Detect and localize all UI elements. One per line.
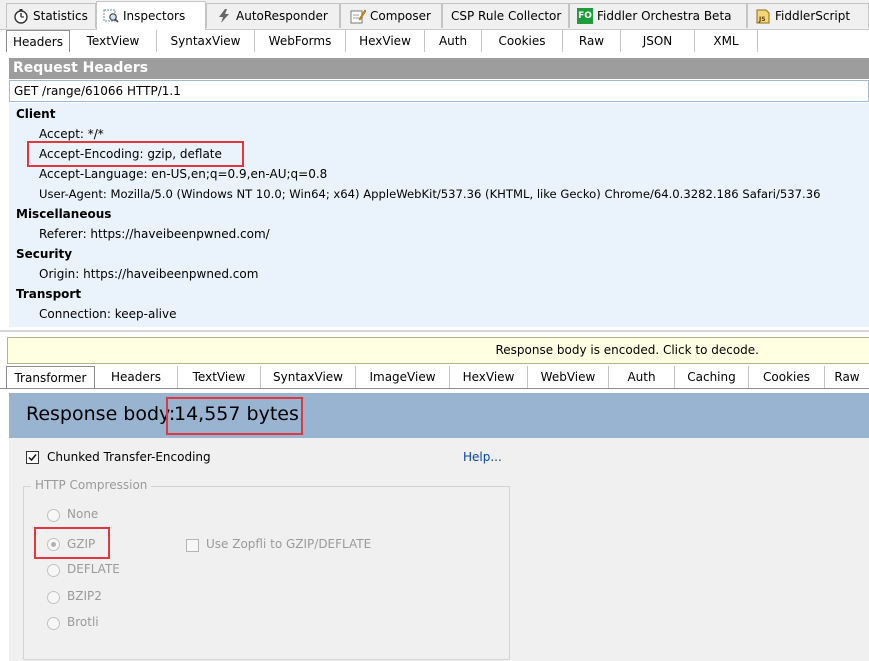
fo-icon: FO <box>577 8 593 24</box>
header-accept[interactable]: Accept: */* <box>39 127 104 141</box>
response-tab-cookies[interactable]: Cookies <box>749 366 825 388</box>
request-tab-strip: Headers TextView SyntaxView WebForms Hex… <box>0 30 869 52</box>
composer-icon <box>350 8 367 24</box>
encoded-notice-bar[interactable]: Response body is encoded. Click to decod… <box>7 337 869 364</box>
tab-fiddlerscript[interactable]: JS FiddlerScript <box>747 3 869 28</box>
request-headers-title: Request Headers <box>9 58 869 79</box>
tab-inspectors[interactable]: Inspectors <box>96 1 206 30</box>
header-connection[interactable]: Connection: keep-alive <box>39 307 177 321</box>
lightning-icon <box>216 8 232 24</box>
request-tab-cookies[interactable]: Cookies <box>482 30 563 52</box>
js-icon-letters: JS <box>758 16 766 23</box>
request-tab-xml[interactable]: XML <box>695 30 758 52</box>
response-tab-syntaxview[interactable]: SyntaxView <box>261 366 356 388</box>
tab-composer[interactable]: Composer <box>340 3 442 28</box>
option-bzip2-label[interactable]: BZIP2 <box>67 589 102 603</box>
response-body-banner: Response body: 14,557 bytes. <box>9 393 869 438</box>
zopfli-checkbox[interactable] <box>186 539 199 552</box>
header-group-security[interactable]: Security <box>16 247 72 261</box>
option-none-label[interactable]: None <box>67 507 98 521</box>
stopwatch-icon <box>13 8 29 24</box>
request-tab-webforms[interactable]: WebForms <box>255 30 346 52</box>
request-tab-raw[interactable]: Raw <box>563 30 621 52</box>
option-brotli-label[interactable]: Brotli <box>67 615 99 629</box>
header-accept-language[interactable]: Accept-Language: en-US,en;q=0.9,en-AU;q=… <box>39 167 327 181</box>
response-tab-strip: Transformer Headers TextView SyntaxView … <box>0 366 869 388</box>
header-group-client[interactable]: Client <box>16 107 55 121</box>
request-tab-json[interactable]: JSON <box>621 30 695 52</box>
tab-strip-underline <box>0 388 869 389</box>
response-tab-textview[interactable]: TextView <box>178 366 261 388</box>
splitter[interactable] <box>0 330 869 332</box>
request-tab-syntaxview[interactable]: SyntaxView <box>157 30 255 52</box>
encoded-notice-text: Response body is encoded. Click to decod… <box>495 343 759 357</box>
top-tab-strip: Statistics Inspectors AutoResponder Comp… <box>0 0 869 30</box>
transformer-panel: Chunked Transfer-Encoding Help... HTTP C… <box>9 438 869 661</box>
option-deflate-label[interactable]: DEFLATE <box>67 562 120 576</box>
response-tab-webview[interactable]: WebView <box>528 366 609 388</box>
radio-none[interactable] <box>47 509 60 522</box>
request-tab-headers[interactable]: Headers <box>6 30 70 52</box>
response-size-highlight <box>166 397 303 435</box>
response-tab-caching[interactable]: Caching <box>675 366 749 388</box>
response-tab-headers[interactable]: Headers <box>95 366 178 388</box>
tab-fiddler-orchestra-beta[interactable]: FO Fiddler Orchestra Beta <box>569 3 747 28</box>
help-link[interactable]: Help... <box>463 450 502 464</box>
response-tab-raw[interactable]: Raw <box>825 366 869 388</box>
request-tab-hexview[interactable]: HexView <box>346 30 425 52</box>
header-origin[interactable]: Origin: https://haveibeenpwned.com <box>39 267 258 281</box>
chunked-label[interactable]: Chunked Transfer-Encoding <box>47 450 211 464</box>
http-compression-title: HTTP Compression <box>31 478 152 492</box>
gzip-highlight <box>34 527 110 559</box>
response-tab-hexview[interactable]: HexView <box>450 366 528 388</box>
zopfli-label[interactable]: Use Zopfli to GZIP/DEFLATE <box>206 537 371 551</box>
tab-label: CSP Rule Collector <box>451 9 562 23</box>
radio-deflate[interactable] <box>47 564 60 577</box>
tab-statistics[interactable]: Statistics <box>6 3 96 28</box>
request-line[interactable]: GET /range/61066 HTTP/1.1 <box>9 80 869 102</box>
radio-bzip2[interactable] <box>47 591 60 604</box>
header-group-transport[interactable]: Transport <box>16 287 81 301</box>
tab-autoresponder[interactable]: AutoResponder <box>206 3 340 28</box>
tab-label: FiddlerScript <box>775 9 851 23</box>
response-tab-imageview[interactable]: ImageView <box>356 366 450 388</box>
checkmark-icon <box>28 454 37 462</box>
request-headers-tree[interactable]: Client Accept: */* Accept-Encoding: gzip… <box>9 103 869 327</box>
inspectors-icon <box>103 8 119 24</box>
tab-label: AutoResponder <box>236 9 328 23</box>
radio-brotli[interactable] <box>47 617 60 630</box>
accept-encoding-highlight <box>27 141 244 167</box>
tab-label: Inspectors <box>123 9 186 23</box>
chunked-checkbox[interactable] <box>26 451 39 464</box>
header-group-miscellaneous[interactable]: Miscellaneous <box>16 207 111 221</box>
response-tab-auth[interactable]: Auth <box>609 366 675 388</box>
tab-label: Statistics <box>33 9 88 23</box>
tab-label: Fiddler Orchestra Beta <box>597 9 732 23</box>
request-tab-textview[interactable]: TextView <box>70 30 157 52</box>
header-referer[interactable]: Referer: https://haveibeenpwned.com/ <box>39 227 270 241</box>
response-tab-transformer[interactable]: Transformer <box>6 366 95 388</box>
js-script-icon: JS <box>755 8 771 24</box>
request-tab-auth[interactable]: Auth <box>425 30 482 52</box>
tab-label: Composer <box>370 9 431 23</box>
tab-csp-rule-collector[interactable]: CSP Rule Collector <box>442 3 569 28</box>
response-body-label: Response body: <box>26 403 176 425</box>
header-user-agent[interactable]: User-Agent: Mozilla/5.0 (Windows NT 10.0… <box>39 187 820 201</box>
